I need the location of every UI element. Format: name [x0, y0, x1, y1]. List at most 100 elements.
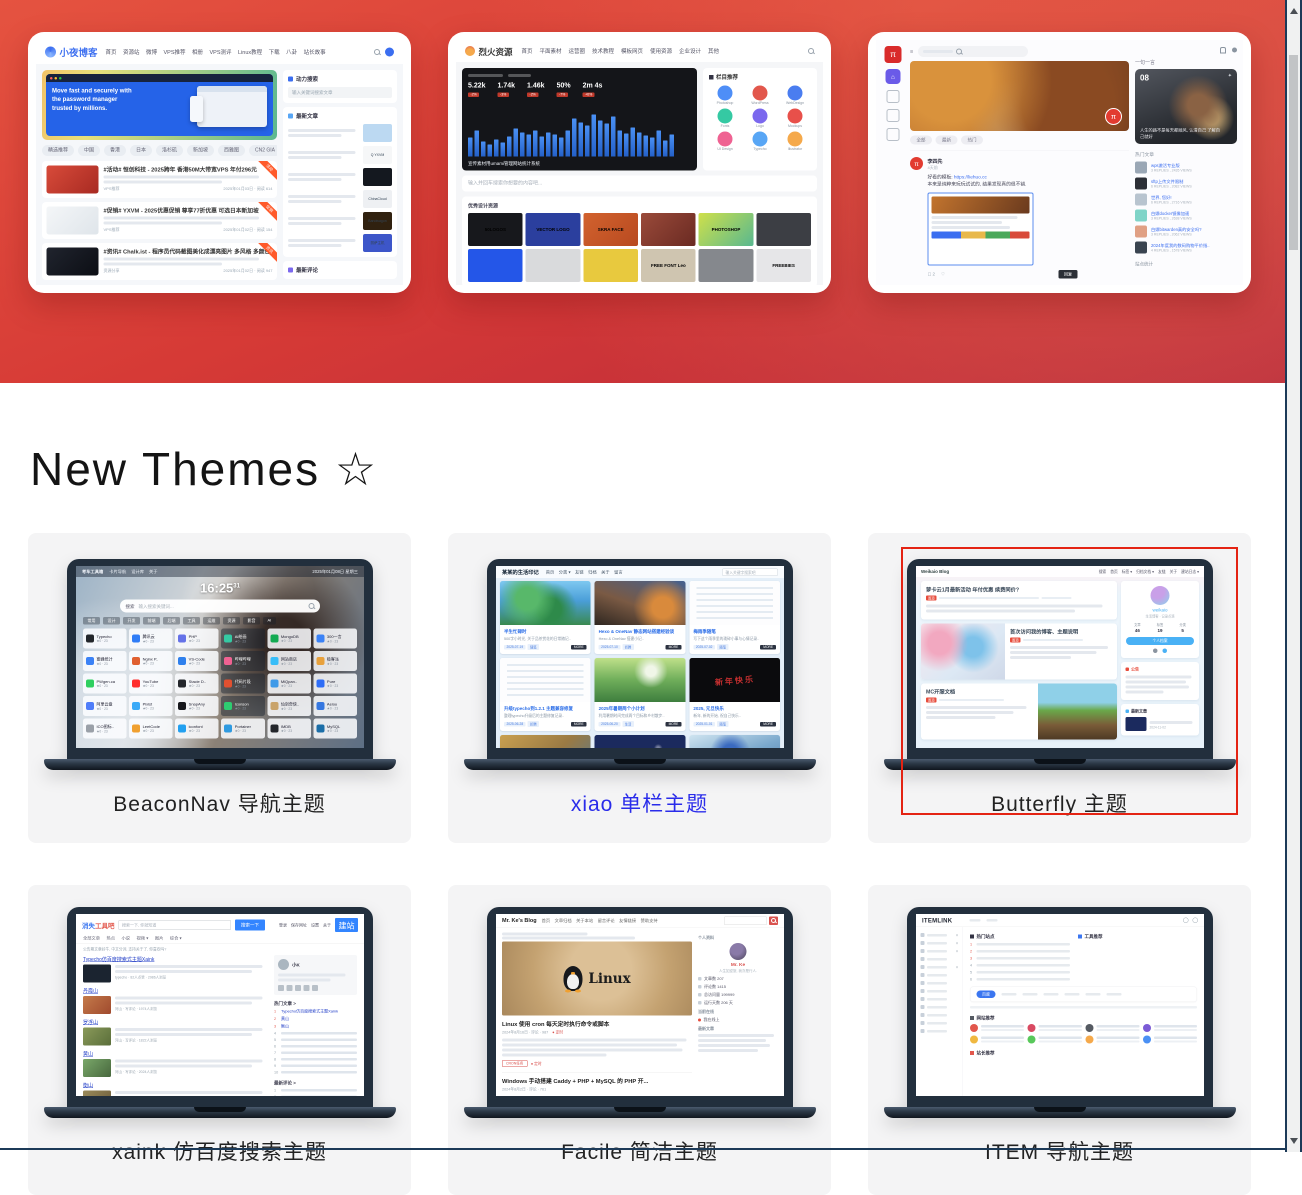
xk-result-title: 衡山 [83, 1081, 267, 1089]
hero-banner: 小夜博客 首页资源站微博VPS推荐相册VPS测评Linux教程下载八卦站长故事 [0, 0, 1287, 383]
bn-tab: 影音 [243, 617, 260, 625]
mock-a-header-right [374, 48, 394, 57]
forum-tab: 最新 [936, 136, 958, 145]
theme-label-xaink[interactable]: xaink 仿百度搜索主题 [28, 1136, 411, 1166]
scrollbar-thumb[interactable] [1289, 55, 1298, 250]
xk-result-meta: 河山 · 写评论 · 2024人浏览 [115, 1070, 267, 1075]
it-site-icon [970, 1036, 978, 1044]
xk-hot-rank: 4 [274, 1031, 279, 1036]
sidebar-card-title: 最新评论 [288, 266, 392, 274]
mock-b-header: 烈火资源 首页平面素材运营圈技术教程模板网页使用资源企业设计其他 [456, 40, 823, 62]
fc-profile-name: Mr. Ke [698, 962, 778, 968]
resource-thumbnail: FREE FONT Leo [641, 249, 696, 282]
fc-layout: Linux Linux 使用 cron 每天定时执行命令或脚本 2024年8月1… [496, 928, 784, 1097]
bn-tab: 开发 [123, 617, 140, 625]
fc-site-name: Mr. Ke's Blog [502, 918, 537, 924]
bn-tile-sub: ★0 · 23 [142, 684, 158, 688]
xk-comments-list: 1 2 3 4 5 6 [274, 1088, 357, 1096]
reco-circle-icon [753, 109, 768, 124]
site-stats-title: 站点统计 [1135, 261, 1237, 268]
mock-b-nav-item: 首页 [522, 47, 533, 55]
bn-tile-sub: ★0 · 23 [96, 729, 113, 733]
rail-icon [887, 128, 900, 141]
bn-link-tile: 仙剑奇侠..★0 · 23 [267, 696, 311, 716]
mock-a-nav: 首页资源站微博VPS推荐相册VPS测评Linux教程下载八卦站长故事 [106, 48, 326, 56]
scroll-up-arrow-icon[interactable] [1290, 8, 1298, 14]
laptop-screen: ITEMLINK ▾ ▾ ▾ ▾ [907, 907, 1213, 1107]
theme-label-item[interactable]: ITEM 导航主题 [868, 1136, 1251, 1166]
bn-link-tile: 腾讯云★0 · 23 [129, 629, 173, 649]
hot-item-meta: 3 REPLIES , 2435 VIEWS [1151, 169, 1237, 173]
search-input: 输入关键词搜索文章 [288, 87, 392, 98]
scrollbar[interactable] [1285, 0, 1302, 1152]
fc-nav-item: 赞助支持 [640, 918, 657, 924]
it-hot-bar [976, 978, 1070, 981]
fc-sidebar: 个人资料 Mr. Ke 人生如逆旅, 我亦是行人. 文章数 207 评论数 14… [698, 932, 778, 1093]
bar [605, 124, 610, 157]
reco-circle-icon [788, 86, 803, 101]
scroll-down-arrow-icon[interactable] [1290, 1138, 1298, 1144]
resource-thumbnail: FREEBIES [756, 249, 811, 282]
resource-thumbnail: VECTOR LOGO [526, 213, 581, 246]
hot-item: sftp上传文件限制6 REPLIES , 2082 VIEWS [1135, 178, 1237, 190]
xk-comments-title: 最新评论 > [274, 1080, 357, 1087]
theme-label-xiao[interactable]: xiao 单栏主题 [448, 788, 831, 818]
bn-tab: 常用 [83, 617, 100, 625]
recent-item-text [288, 215, 359, 227]
fc-nav-item: 文章归档 [554, 918, 571, 924]
recent-item-thumb: Q YXVM [363, 146, 392, 164]
reco-label: Mockups [779, 125, 811, 129]
hot-item-title: sftp上传文件限制 [1151, 179, 1237, 185]
forum-topbar: ≡ [910, 45, 1129, 58]
resources-grid: 50LOGOS VECTOR LOGO SKRA FACE PHOTOSHOP [468, 213, 811, 282]
stat-badge: -7% [557, 93, 568, 98]
recent-item: Bandwagon [288, 212, 392, 230]
stat-block: 1.46k-2% [527, 81, 545, 98]
bn-link-tile: PWgen.ca★0 · 23 [83, 674, 127, 694]
laptop-mockup: Mr. Ke's Blog 首页文章归档关于本站留言评论友情链接赞助支持 Lin… [487, 907, 793, 1118]
sidebar-search-card: 动力搜索 输入关键词搜索文章 [283, 70, 397, 103]
xk-hot-item: 4 [274, 1031, 357, 1036]
mock-b-nav-item: 平面素材 [540, 47, 562, 55]
hot-item-meta: 6 REPLIES , 2716 VIEWS [1151, 201, 1237, 205]
mock-b-logo: 烈火资源 [465, 45, 513, 58]
theme-card-beaconnav[interactable]: 考车工具箱 卡片导航设计库关于 2025年01月08日 星期三 16:2531 … [28, 533, 411, 843]
it-hot-bar [976, 964, 1070, 967]
bn-search-placeholder: 输入搜索关键词... [138, 603, 304, 610]
it-sidebar-item: ▾ [920, 947, 958, 955]
bar [553, 135, 558, 157]
mock-a-header: 小夜博客 首页资源站微博VPS推荐相册VPS测评Linux教程下载八卦站长故事 [36, 40, 403, 64]
bar [566, 131, 571, 157]
it-hot-title: 热门站点 [970, 933, 1070, 940]
xk-comment-rank: 2 [274, 1095, 279, 1097]
bar [468, 138, 473, 157]
bn-link-tile: Iconson★0 · 23 [221, 696, 265, 716]
design-resources-section: 优秀设计资源 50LOGOS VECTOR LOGO SKRA FACE PHO… [462, 197, 817, 288]
it-site-card [970, 1024, 1024, 1032]
bn-tile-icon [316, 635, 324, 643]
it-sidebar-item: ▾ [920, 963, 958, 971]
bn-link-tile: SnapAny★0 · 23 [175, 696, 219, 716]
xk-hot-item: 9 [274, 1064, 357, 1069]
search-icon [808, 48, 814, 54]
hot-item-thumb [1135, 242, 1147, 254]
theme-card-xiao[interactable]: 某某的生活印记 首页分类 ▾友链归档关于留言 输入关键字搜索吧 半生忙碌时 50… [448, 533, 831, 843]
xk-top-link: 设置 [310, 922, 318, 928]
chevron-down-icon: ▾ [955, 965, 957, 970]
hot-item-title: 2024年度我的数码购物平价指.. [1151, 243, 1237, 249]
it-sidebar-icon [920, 933, 924, 937]
theme-label-beaconnav[interactable]: BeaconNav 导航主题 [28, 788, 411, 818]
reco-circle-icon [718, 86, 733, 101]
dashboard-subtitle-bar [508, 74, 531, 77]
bn-tile-sub: ★0 · 23 [234, 729, 250, 733]
xk-tabs: 全部文章热点小说视频 ▾图片综合 ▾ [76, 935, 364, 944]
xk-profile-name: 小K [292, 961, 300, 968]
bn-link-tile: Aeiou★0 · 23 [313, 696, 357, 716]
theme-label-facile[interactable]: Facile 简洁主题 [448, 1136, 831, 1166]
xk-result-title: 黄山 [83, 1050, 267, 1058]
hot-list-title: 热门文章 [1135, 151, 1237, 158]
bn-link-tile: MongoDB★0 · 23 [267, 629, 311, 649]
search-icon [374, 49, 380, 55]
mock-a-nav-item: 资源站 [123, 48, 140, 56]
sidebar-recent-card: 最新文章 Q YXVM [283, 107, 397, 257]
